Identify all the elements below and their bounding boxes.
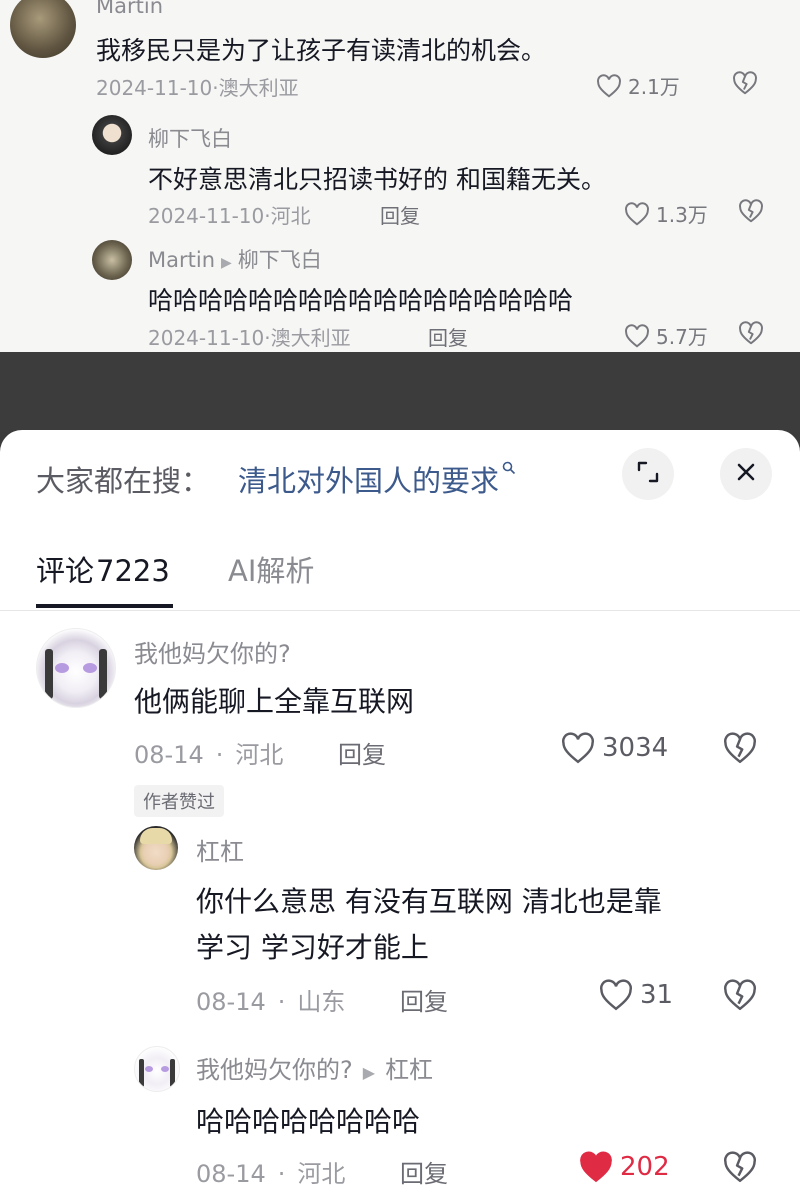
- tab-count: 7223: [96, 554, 170, 588]
- reply-location: 河北: [297, 1160, 346, 1188]
- background-comment-thread: Martin 我移民只是为了让孩子有读清北的机会。 2024-11-10·澳大利…: [0, 0, 800, 352]
- heart-icon: [624, 323, 650, 348]
- like-button[interactable]: 2.1万: [596, 71, 680, 100]
- comment-text: 他俩能聊上全靠互联网: [134, 685, 415, 718]
- tab-ai-analysis[interactable]: AI解析: [228, 548, 314, 590]
- avatar[interactable]: [134, 1046, 180, 1092]
- reply-date: 08-14: [196, 988, 266, 1016]
- reply-button[interactable]: 回复: [400, 1154, 448, 1189]
- overlay-dim-band: [0, 352, 800, 432]
- reply-meta: 08-14 · 山东: [196, 988, 346, 1016]
- reply-to-user-name[interactable]: 杠杠: [385, 1056, 433, 1084]
- search-suggestion-link[interactable]: 清北对外国人的要求: [238, 458, 516, 500]
- avatar[interactable]: [92, 115, 132, 155]
- reply-user-line: 我他妈欠你的? ▶ 杠杠: [196, 1050, 433, 1085]
- reply-text-line-1: 你什么意思 有没有互联网 清北也是靠: [196, 885, 662, 918]
- reply-text: 哈哈哈哈哈哈哈哈: [196, 1105, 421, 1138]
- dislike-heart-icon[interactable]: [732, 71, 758, 99]
- author-liked-badge: 作者赞过: [134, 785, 224, 817]
- heart-icon: [560, 732, 596, 764]
- heart-icon: [598, 979, 634, 1011]
- comment-sheet: 大家都在搜： 清北对外国人的要求 评论7223 AI解析 我他妈欠你的? 他俩能…: [0, 430, 800, 1200]
- reply-meta: 2024-11-10·河北: [148, 204, 311, 228]
- like-button[interactable]: 3034: [560, 732, 668, 764]
- reply-arrow-icon: ▶: [362, 1063, 376, 1082]
- reply-user-name[interactable]: 柳下飞白: [148, 123, 232, 153]
- comment-location: 河北: [235, 741, 284, 769]
- comment-date: 08-14: [134, 741, 204, 769]
- dislike-heart-icon[interactable]: [738, 199, 764, 227]
- like-button[interactable]: 5.7万: [624, 321, 708, 350]
- reply-user-name[interactable]: Martin: [148, 248, 215, 272]
- close-button[interactable]: [720, 448, 772, 500]
- expand-button[interactable]: [622, 448, 674, 500]
- reply-location: 山东: [297, 988, 346, 1016]
- reply-user-name[interactable]: 我他妈欠你的?: [196, 1056, 353, 1084]
- like-button-liked[interactable]: 202: [578, 1151, 670, 1183]
- like-count: 3034: [602, 733, 669, 763]
- heart-icon: [624, 201, 650, 226]
- reply-text: 哈哈哈哈哈哈哈哈哈哈哈哈哈哈哈哈哈: [148, 286, 574, 315]
- search-icon: [502, 460, 516, 479]
- like-count: 5.7万: [656, 325, 708, 349]
- reply-date: 08-14: [196, 1160, 266, 1188]
- comment-text: 我移民只是为了让孩子有读清北的机会。: [96, 36, 547, 65]
- avatar[interactable]: [92, 240, 132, 280]
- reply-user-name[interactable]: 杠杠: [196, 832, 244, 867]
- dislike-heart-icon[interactable]: [722, 979, 758, 1015]
- avatar[interactable]: [10, 0, 76, 58]
- heart-icon: [596, 73, 622, 98]
- like-button[interactable]: 31: [598, 979, 673, 1011]
- search-suggestion-label: 大家都在搜：: [36, 464, 211, 498]
- reply-button[interactable]: 回复: [400, 982, 448, 1017]
- reply-text: 不好意思清北只招读书好的 和国籍无关。: [148, 165, 606, 194]
- close-icon: [735, 461, 757, 487]
- avatar[interactable]: [36, 628, 116, 708]
- like-count: 2.1万: [628, 75, 680, 99]
- reply-user-line: Martin ▶ 柳下飞白: [148, 244, 322, 274]
- reply-button[interactable]: 回复: [428, 322, 468, 351]
- tab-label: 评论: [36, 554, 95, 588]
- divider: [0, 610, 800, 611]
- reply-to-user-name[interactable]: 柳下飞白: [238, 248, 322, 272]
- reply-button[interactable]: 回复: [338, 735, 386, 770]
- avatar[interactable]: [134, 826, 178, 870]
- dislike-heart-icon[interactable]: [722, 732, 758, 768]
- reply-meta: 2024-11-10·澳大利亚: [148, 326, 351, 350]
- comment-user-name[interactable]: Martin: [96, 0, 163, 18]
- expand-icon: [635, 459, 661, 489]
- like-count: 1.3万: [656, 203, 708, 227]
- comment-meta: 2024-11-10·澳大利亚: [96, 76, 299, 100]
- search-suggestion-query[interactable]: 清北对外国人的要求: [238, 458, 499, 500]
- reply-arrow-icon: ▶: [221, 255, 232, 271]
- reply-button[interactable]: 回复: [380, 200, 420, 229]
- active-tab-indicator: [36, 604, 173, 608]
- dislike-heart-icon[interactable]: [722, 1151, 758, 1187]
- like-count: 31: [640, 980, 674, 1010]
- heart-icon: [578, 1151, 614, 1183]
- comment-user-name[interactable]: 我他妈欠你的?: [134, 634, 291, 669]
- like-count: 202: [620, 1152, 670, 1182]
- reply-meta: 08-14 · 河北: [196, 1160, 346, 1188]
- comment-meta: 08-14 · 河北: [134, 741, 284, 769]
- dislike-heart-icon[interactable]: [738, 321, 764, 349]
- reply-text-line-2: 学习 学习好才能上: [196, 931, 429, 964]
- like-button[interactable]: 1.3万: [624, 199, 708, 228]
- tab-comments[interactable]: 评论7223: [36, 548, 170, 590]
